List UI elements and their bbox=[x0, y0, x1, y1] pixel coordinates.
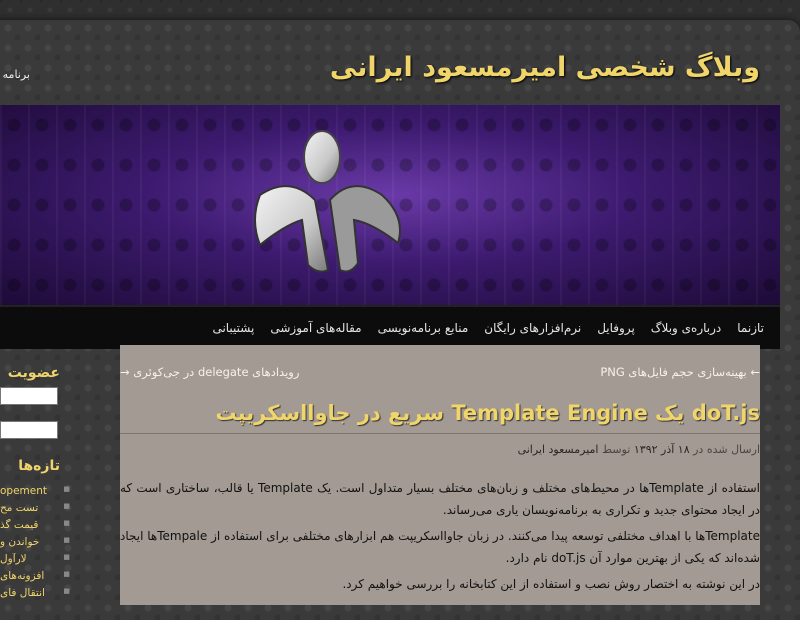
recent-post-item[interactable]: opement bbox=[0, 485, 70, 502]
recent-posts-heading: تازه‌ها bbox=[18, 458, 60, 474]
post-date[interactable]: ۱۸ آذر ۱۳۹۲ bbox=[634, 443, 690, 456]
post-author[interactable]: امیرمسعود ایرانی bbox=[518, 443, 599, 456]
recent-post-item[interactable]: لارآول bbox=[0, 553, 70, 570]
recent-posts-list: opement تست مح قیمت گذ خواندن و لارآول ا… bbox=[0, 485, 70, 604]
main-navigation: تازنما درباره‌ی وبلاگ پروفایل نرم‌افزاره… bbox=[0, 305, 780, 349]
recent-post-item[interactable]: قیمت گذ bbox=[0, 519, 70, 536]
post-meta: ارسال شده در ۱۸ آذر ۱۳۹۲ توسط امیرمسعود … bbox=[518, 443, 760, 456]
nav-item-home[interactable]: تازنما bbox=[729, 321, 772, 335]
post-navigation: ← بهینه‌سازی حجم فایل‌های PNG رویدادهای … bbox=[120, 365, 760, 383]
nav-item-support[interactable]: پشتیبانی bbox=[204, 321, 262, 335]
recent-post-item[interactable]: انتقال فای bbox=[0, 587, 70, 604]
title-divider bbox=[120, 433, 760, 434]
membership-heading: عضویت bbox=[7, 365, 60, 381]
post-paragraph: استفاده از Templateها در محیط‌های مختلف … bbox=[120, 481, 761, 517]
recent-post-item[interactable]: خواندن و bbox=[0, 536, 70, 553]
recent-post-item[interactable]: افزونه‌های bbox=[0, 570, 70, 587]
meta-prefix: ارسال شده در bbox=[693, 443, 760, 456]
header-banner bbox=[0, 105, 780, 305]
recent-post-item[interactable]: تست مح bbox=[0, 502, 70, 519]
nav-item-free-software[interactable]: نرم‌افزارهای رایگان bbox=[476, 321, 589, 335]
nav-item-profile[interactable]: پروفایل bbox=[589, 321, 643, 335]
nav-item-about[interactable]: درباره‌ی وبلاگ bbox=[643, 321, 729, 335]
site-title[interactable]: وبلاگ شخصی امیرمسعود ایرانی bbox=[330, 52, 760, 83]
sidebar: عضویت تازه‌ها opement تست مح قیمت گذ خوا… bbox=[0, 345, 70, 605]
post-body: استفاده از Templateها در محیط‌های مختلف … bbox=[120, 477, 760, 599]
membership-email-input[interactable] bbox=[0, 387, 58, 405]
top-nav-link[interactable]: برنامه‌ bbox=[0, 68, 30, 81]
post-title[interactable]: doT.js یک Template Engine سریع در جاوااس… bbox=[120, 401, 760, 425]
mascot-logo-icon bbox=[254, 130, 401, 273]
nav-item-tutorials[interactable]: مقاله‌های آموزشی bbox=[262, 321, 369, 335]
nav-item-programming-resources[interactable]: منابع برنامه‌نویسی bbox=[370, 321, 477, 335]
next-post-link[interactable]: ← بهینه‌سازی حجم فایل‌های PNG bbox=[600, 365, 760, 379]
main-content: ← بهینه‌سازی حجم فایل‌های PNG رویدادهای … bbox=[120, 345, 760, 605]
meta-by: توسط bbox=[601, 443, 631, 456]
nav-list: تازنما درباره‌ی وبلاگ پروفایل نرم‌افزاره… bbox=[204, 307, 772, 349]
previous-post-link[interactable]: رویدادهای delegate در جی‌کوئری → bbox=[120, 365, 299, 379]
membership-submit-field[interactable] bbox=[0, 421, 58, 439]
post-paragraph: Templateها با اهداف مختلفی توسعه پیدا می… bbox=[119, 529, 760, 565]
post-paragraph: در این نوشته به اختصار روش نصب و استفاده… bbox=[342, 577, 760, 591]
